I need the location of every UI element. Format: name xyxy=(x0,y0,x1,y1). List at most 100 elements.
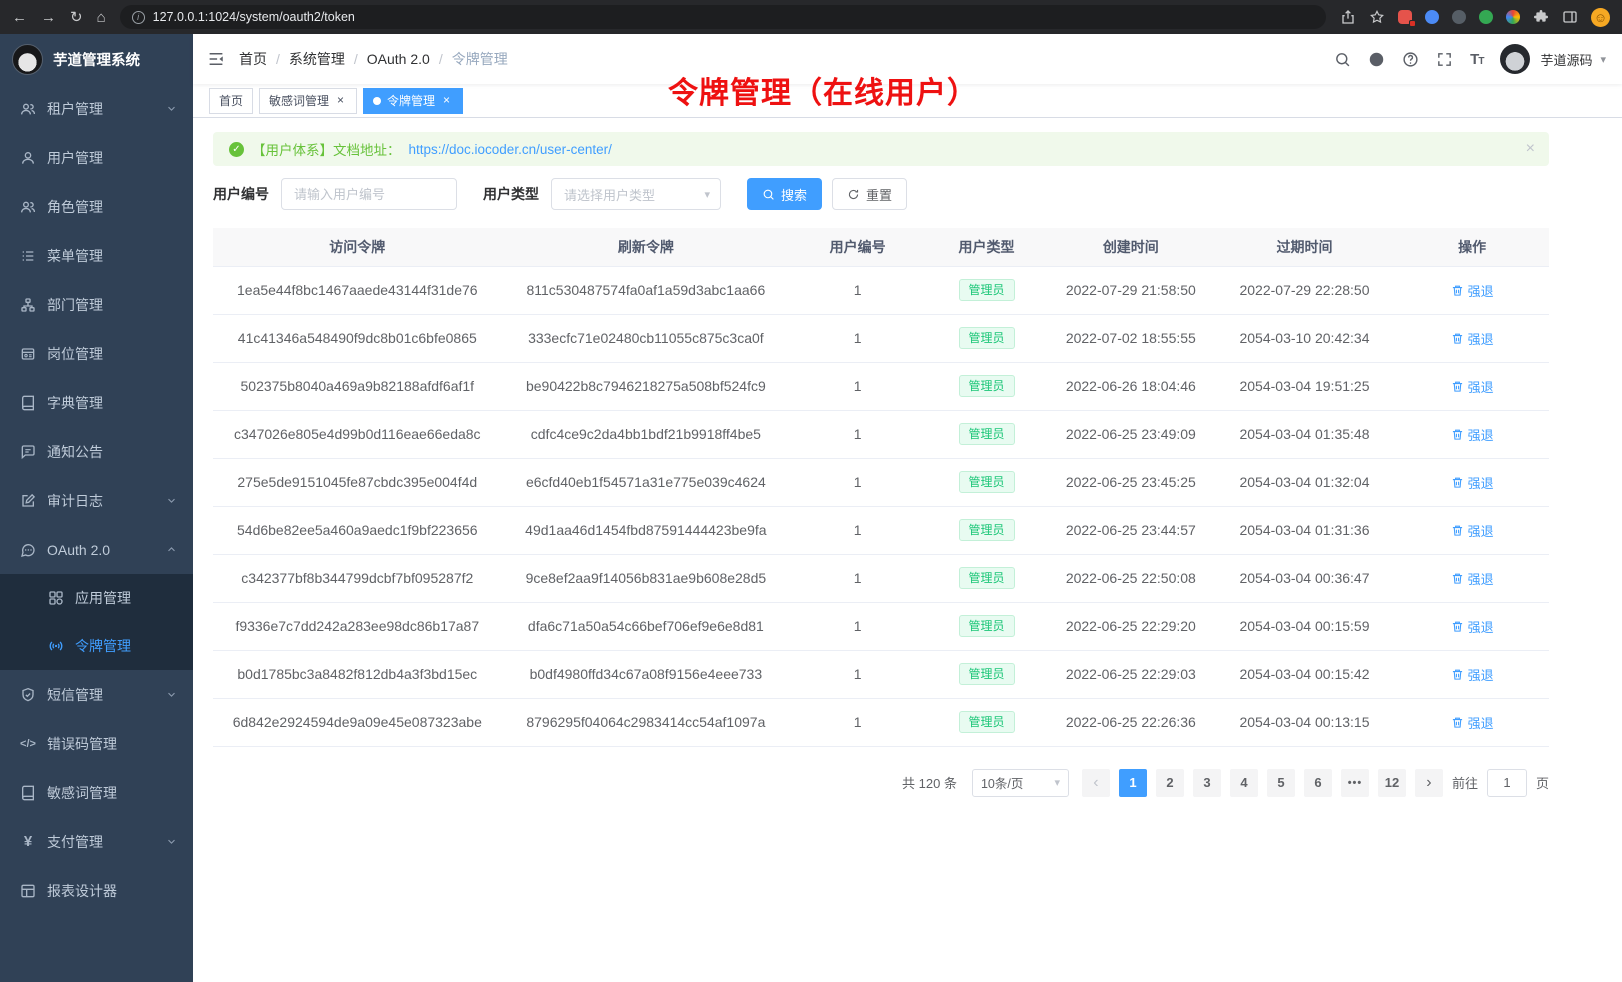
doc-link[interactable]: https://doc.iocoder.cn/user-center/ xyxy=(409,142,612,157)
force-logout-button[interactable]: 强退 xyxy=(1451,521,1494,540)
force-logout-button[interactable]: 强退 xyxy=(1451,665,1494,684)
force-logout-button[interactable]: 强退 xyxy=(1451,425,1494,444)
trash-icon xyxy=(1451,284,1464,297)
sidebar-item-audit-log[interactable]: 审计日志 xyxy=(0,476,193,525)
extension-dark-icon[interactable] xyxy=(1452,10,1466,24)
sidebar-item-label: 敏感词管理 xyxy=(47,783,117,803)
sidebar-item-label: 错误码管理 xyxy=(47,734,117,754)
page-size-select[interactable]: 10条/页 ▾ xyxy=(972,769,1069,797)
sidebar-item-dict[interactable]: 字典管理 xyxy=(0,378,193,427)
menu-fold-icon[interactable] xyxy=(207,50,225,68)
page-button-5[interactable]: 5 xyxy=(1267,769,1295,797)
help-icon[interactable] xyxy=(1402,51,1419,68)
sidebar-panel-icon[interactable] xyxy=(1562,9,1578,25)
sidebar-item-sms[interactable]: 短信管理 xyxy=(0,670,193,719)
cell-actions: 强退 xyxy=(1395,698,1549,746)
cell-user-type: 管理员 xyxy=(925,554,1048,602)
caret-down-icon[interactable]: ▾ xyxy=(1600,53,1606,66)
close-icon[interactable]: × xyxy=(440,94,453,107)
user-avatar[interactable] xyxy=(1500,44,1530,74)
alert-close-icon[interactable]: × xyxy=(1526,140,1535,158)
force-logout-button[interactable]: 强退 xyxy=(1451,281,1494,300)
force-logout-button[interactable]: 强退 xyxy=(1451,329,1494,348)
github-icon[interactable] xyxy=(1368,51,1385,68)
user-type-tag: 管理员 xyxy=(959,663,1015,685)
user-id-input[interactable] xyxy=(281,178,457,210)
app-logo[interactable]: 芋道管理系统 xyxy=(0,34,193,84)
breadcrumb-home[interactable]: 首页 xyxy=(239,49,267,69)
breadcrumb-oauth[interactable]: OAuth 2.0 xyxy=(367,51,430,67)
user-icon xyxy=(20,150,36,166)
page-button-1[interactable]: 1 xyxy=(1119,769,1147,797)
page-button-12[interactable]: 12 xyxy=(1378,769,1406,797)
sidebar-item-oauth2[interactable]: OAuth 2.0 xyxy=(0,525,193,574)
page-button-4[interactable]: 4 xyxy=(1230,769,1258,797)
id-card-icon xyxy=(20,346,36,362)
extension-red-icon[interactable] xyxy=(1398,10,1412,24)
tab-token[interactable]: 令牌管理 × xyxy=(363,88,463,114)
force-logout-button[interactable]: 强退 xyxy=(1451,473,1494,492)
sidebar-item-menu[interactable]: 菜单管理 xyxy=(0,231,193,280)
forward-icon[interactable]: → xyxy=(41,10,56,25)
goto-page-input[interactable] xyxy=(1487,769,1527,797)
user-name[interactable]: 芋道源码 xyxy=(1540,50,1592,69)
tab-home[interactable]: 首页 xyxy=(209,88,253,114)
extension-colorful-icon[interactable] xyxy=(1506,10,1520,24)
cell-refresh-token: 49d1aa46d1454fbd87591444423be9fa xyxy=(502,506,791,554)
extension-green-icon[interactable] xyxy=(1479,10,1493,24)
reload-icon[interactable]: ↻ xyxy=(70,10,83,25)
fullscreen-icon[interactable] xyxy=(1436,51,1453,68)
force-logout-button[interactable]: 强退 xyxy=(1451,377,1494,396)
sidebar-item-user[interactable]: 用户管理 xyxy=(0,133,193,182)
peoples-icon xyxy=(20,199,36,215)
tab-sensitive-word[interactable]: 敏感词管理 × xyxy=(259,88,357,114)
page-button-2[interactable]: 2 xyxy=(1156,769,1184,797)
font-size-icon[interactable]: TT xyxy=(1470,51,1483,68)
sidebar-item-pay[interactable]: ¥ 支付管理 xyxy=(0,817,193,866)
cell-user-type: 管理员 xyxy=(925,314,1048,362)
sidebar-item-sensitive-word[interactable]: 敏感词管理 xyxy=(0,768,193,817)
user-type-tag: 管理员 xyxy=(959,615,1015,637)
sidebar-item-notice[interactable]: 通知公告 xyxy=(0,427,193,476)
page-button-6[interactable]: 6 xyxy=(1304,769,1332,797)
breadcrumb-system[interactable]: 系统管理 xyxy=(289,49,345,69)
address-bar[interactable]: i 127.0.0.1:1024/system/oauth2/token xyxy=(120,5,1326,29)
search-icon[interactable] xyxy=(1334,51,1351,68)
back-icon[interactable]: ← xyxy=(12,10,27,25)
reset-button[interactable]: 重置 xyxy=(832,178,907,210)
extension-blue-icon[interactable] xyxy=(1425,10,1439,24)
force-logout-button[interactable]: 强退 xyxy=(1451,713,1494,732)
sidebar-item-role[interactable]: 角色管理 xyxy=(0,182,193,231)
cell-refresh-token: cdfc4ce9c2da4bb1bdf21b9918ff4be5 xyxy=(502,410,791,458)
close-icon[interactable]: × xyxy=(334,94,347,107)
site-info-icon[interactable]: i xyxy=(132,11,145,24)
force-logout-button[interactable]: 强退 xyxy=(1451,617,1494,636)
sidebar-item-errorcode[interactable]: </> 错误码管理 xyxy=(0,719,193,768)
browser-profile-avatar[interactable]: ☺ xyxy=(1591,8,1610,27)
filter-form: 用户编号 用户类型 请选择用户类型 ▾ 搜索 重置 xyxy=(213,178,1549,210)
sidebar-item-report-designer[interactable]: 报表设计器 xyxy=(0,866,193,915)
sidebar-item-oauth2-token[interactable]: 令牌管理 xyxy=(0,622,193,670)
table-row: 41c41346a548490f9dc8b01c6bfe0865 333ecfc… xyxy=(213,314,1549,362)
sidebar-item-oauth2-app[interactable]: 应用管理 xyxy=(0,574,193,622)
user-type-select[interactable]: 请选择用户类型 ▾ xyxy=(551,178,721,210)
cell-user-type: 管理员 xyxy=(925,458,1048,506)
force-logout-button[interactable]: 强退 xyxy=(1451,569,1494,588)
sidebar-item-tenant[interactable]: 租户管理 xyxy=(0,84,193,133)
force-logout-label: 强退 xyxy=(1468,521,1494,540)
cell-user-id: 1 xyxy=(790,410,925,458)
prev-page-button[interactable]: ‹ xyxy=(1082,769,1110,797)
sidebar-item-post[interactable]: 岗位管理 xyxy=(0,329,193,378)
cell-user-id: 1 xyxy=(790,554,925,602)
browser-actions: ☺ xyxy=(1340,8,1610,27)
page-ellipsis[interactable]: ••• xyxy=(1341,769,1369,797)
sidebar-item-dept[interactable]: 部门管理 xyxy=(0,280,193,329)
extensions-puzzle-icon[interactable] xyxy=(1533,9,1549,25)
page-button-3[interactable]: 3 xyxy=(1193,769,1221,797)
bookmark-star-icon[interactable] xyxy=(1369,9,1385,25)
home-icon[interactable]: ⌂ xyxy=(97,10,106,25)
next-page-button[interactable]: › xyxy=(1415,769,1443,797)
user-id-label: 用户编号 xyxy=(213,184,269,204)
search-button[interactable]: 搜索 xyxy=(747,178,822,210)
share-icon[interactable] xyxy=(1340,9,1356,25)
